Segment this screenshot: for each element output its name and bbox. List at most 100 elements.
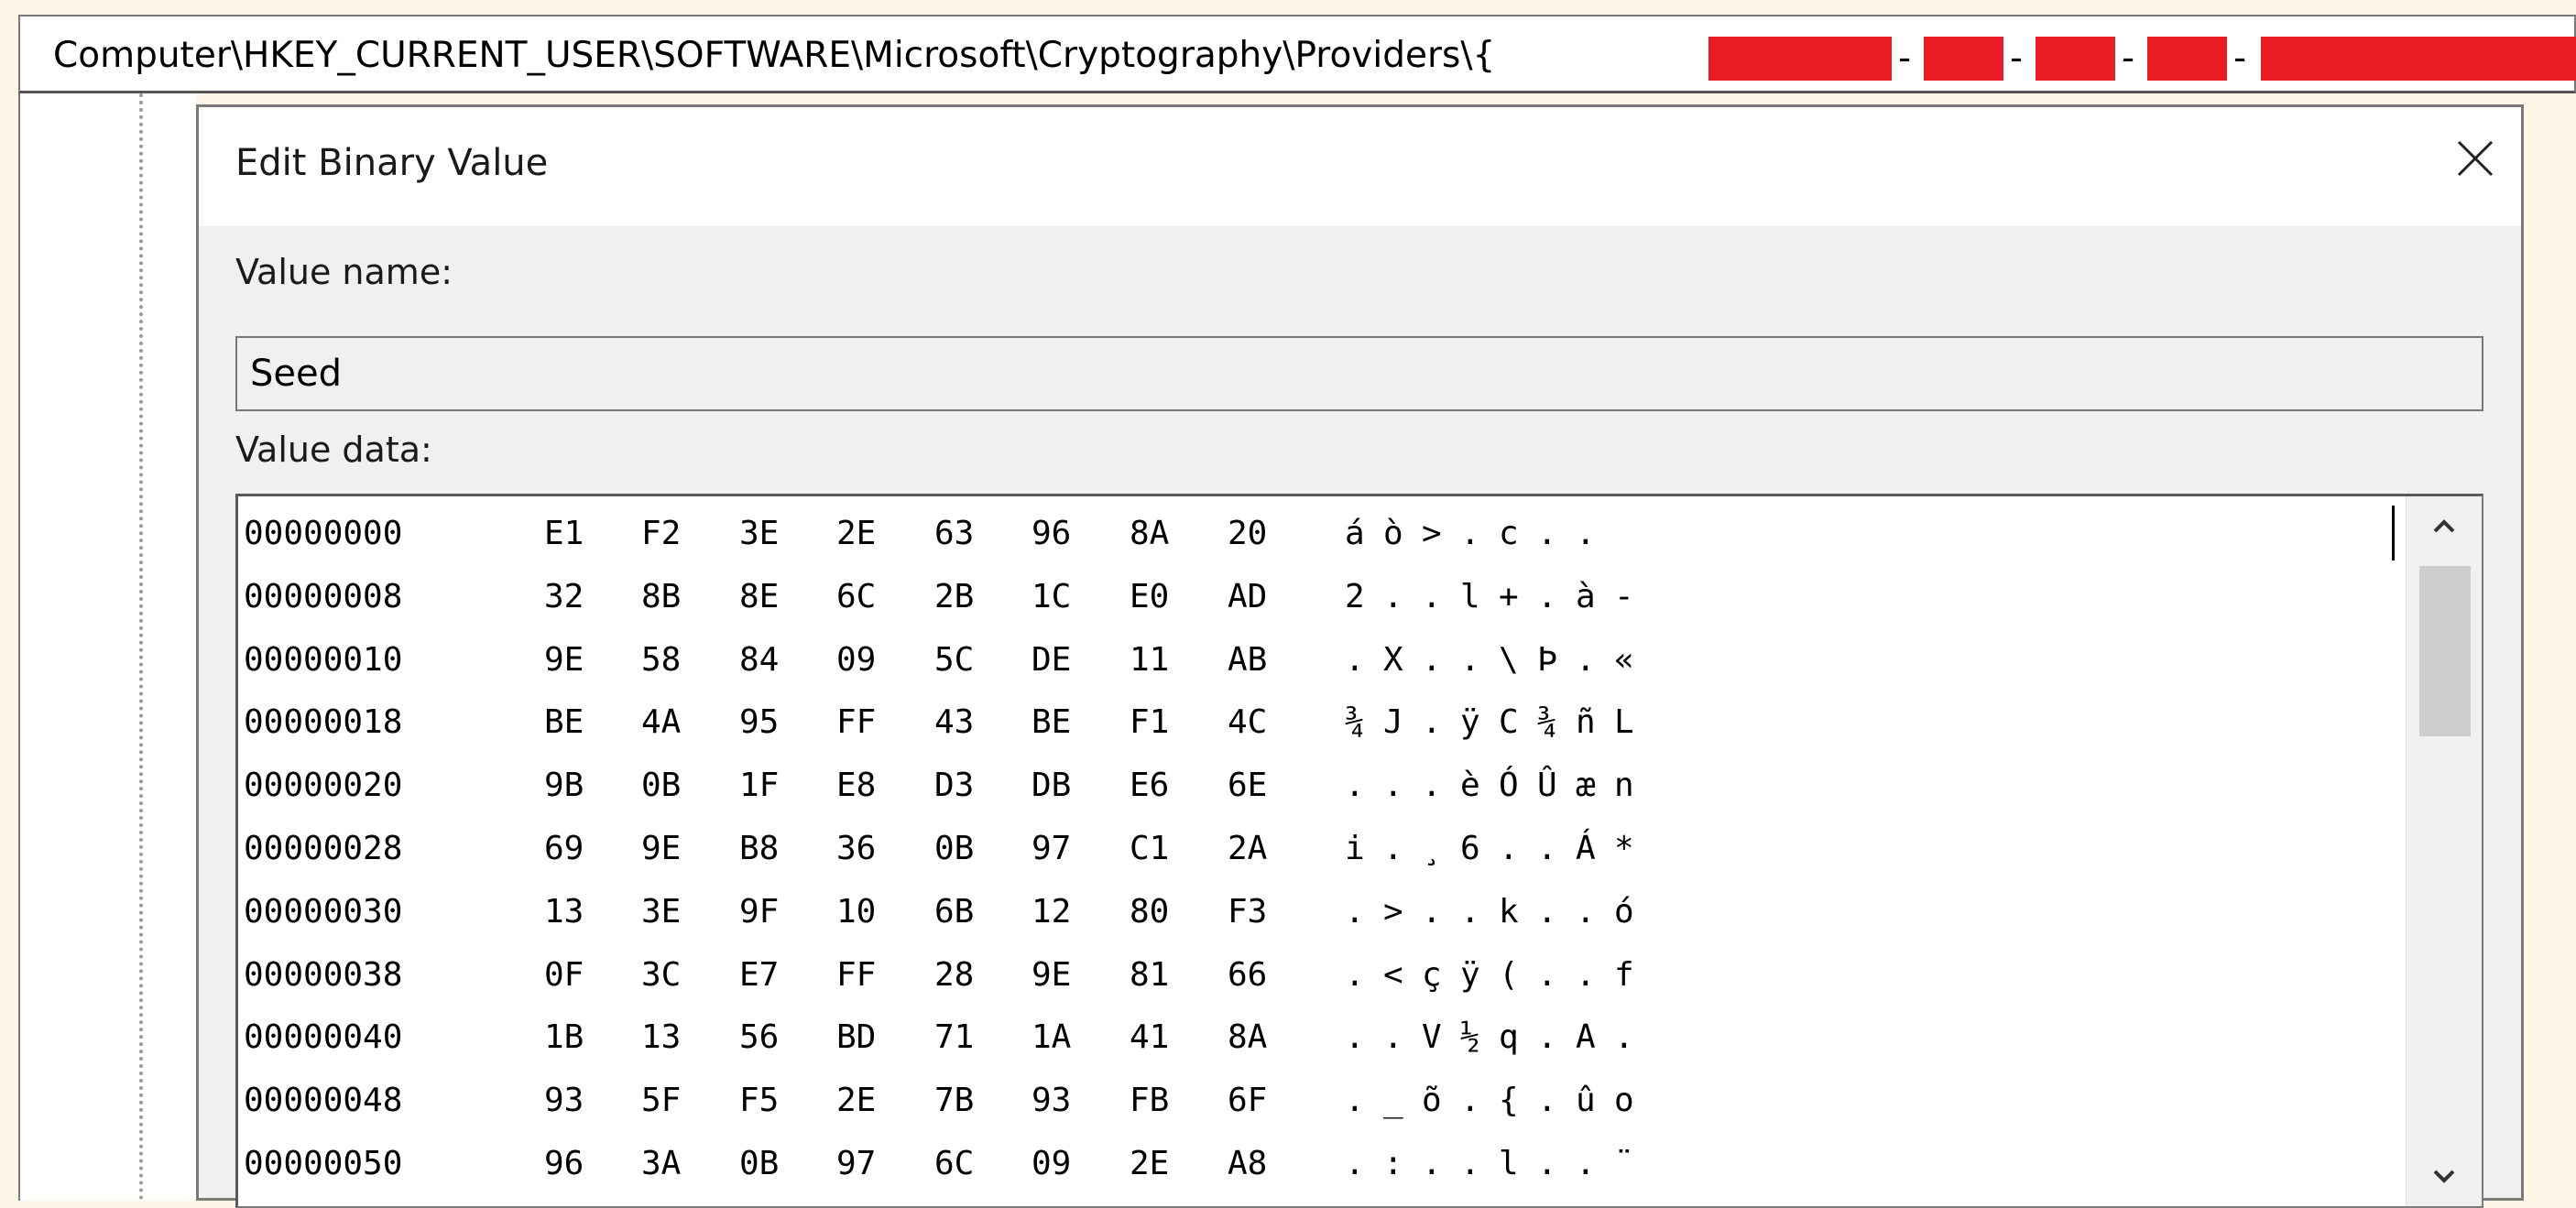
- hex-byte[interactable]: 8A: [1228, 1006, 1267, 1069]
- hex-row[interactable]: 00000018 BE 4A 95 FF 43 BE F1 4C ¾ J. ÿ C ¾ ñ L: [238, 691, 2345, 754]
- ascii-char[interactable]: ÿ: [1460, 691, 1480, 754]
- ascii-char[interactable]: A: [1576, 1006, 1596, 1069]
- ascii-char[interactable]: :: [1383, 1132, 1403, 1195]
- hex-byte[interactable]: 0B: [934, 817, 974, 880]
- hex-byte[interactable]: E1: [544, 502, 584, 565]
- chevron-down-icon[interactable]: [2407, 1146, 2482, 1206]
- hex-byte[interactable]: 20: [1228, 502, 1267, 565]
- hex-row[interactable]: 00000020 9B 0B 1F E8 D3 DB E6 6E... è Ó Ûæ n: [238, 754, 2345, 817]
- ascii-char[interactable]: .: [1460, 502, 1480, 565]
- ascii-char[interactable]: Ó: [1499, 754, 1519, 817]
- ascii-char[interactable]: .: [1345, 1195, 1365, 1206]
- hex-byte[interactable]: F2: [641, 502, 681, 565]
- ascii-char[interactable]: .: [1576, 943, 1596, 1007]
- ascii-char[interactable]: .: [1576, 502, 1596, 565]
- ascii-char[interactable]: k: [1499, 880, 1519, 943]
- ascii-char[interactable]: .: [1537, 1132, 1557, 1195]
- hex-byte[interactable]: 96: [544, 1132, 584, 1195]
- ascii-char[interactable]: è: [1460, 754, 1480, 817]
- hex-byte[interactable]: E6: [1130, 754, 1169, 817]
- ascii-char[interactable]: Á: [1576, 817, 1596, 880]
- hex-row[interactable]: 00000028 69 9E B8 36 0B 97 C1 2A i. ¸ 6.. Á *: [238, 817, 2345, 880]
- ascii-char[interactable]: ¾: [1345, 691, 1365, 754]
- ascii-char[interactable]: .: [1460, 628, 1480, 691]
- address-bar[interactable]: Computer\HKEY_CURRENT_USER\SOFTWARE\Micr…: [18, 15, 2576, 93]
- ascii-char[interactable]: +: [1499, 565, 1519, 628]
- ascii-char[interactable]: l: [1499, 1132, 1519, 1195]
- hex-byte[interactable]: 9F: [739, 880, 779, 943]
- ascii-char[interactable]: ?: [1422, 1195, 1442, 1206]
- hex-byte[interactable]: 12: [1031, 880, 1071, 943]
- ascii-char[interactable]: .: [1460, 1195, 1480, 1206]
- ascii-char[interactable]: k: [1499, 1195, 1519, 1206]
- ascii-char[interactable]: {: [1499, 1069, 1519, 1132]
- ascii-char[interactable]: Þ: [1537, 628, 1557, 691]
- hex-byte[interactable]: 97: [836, 1132, 876, 1195]
- ascii-char[interactable]: ñ: [1576, 691, 1596, 754]
- ascii-char[interactable]: .: [1537, 565, 1557, 628]
- hex-byte[interactable]: 3E: [641, 880, 681, 943]
- ascii-char[interactable]: ½: [1460, 1006, 1480, 1069]
- ascii-char[interactable]: .: [1383, 565, 1403, 628]
- ascii-char[interactable]: .: [1422, 691, 1442, 754]
- hex-byte[interactable]: 69: [544, 817, 584, 880]
- hex-byte[interactable]: FF: [836, 943, 876, 1007]
- ascii-char[interactable]: i: [1345, 817, 1365, 880]
- hex-byte[interactable]: 2E: [836, 1069, 876, 1132]
- hex-byte[interactable]: 9B: [544, 754, 584, 817]
- hex-byte[interactable]: 3C: [641, 943, 681, 1007]
- ascii-char[interactable]: á: [1345, 502, 1365, 565]
- hex-byte[interactable]: 66: [1228, 943, 1267, 1007]
- ascii-char[interactable]: .: [1460, 1069, 1480, 1132]
- ascii-char[interactable]: _: [1383, 1069, 1403, 1132]
- ascii-char[interactable]: f: [1614, 943, 1634, 1007]
- ascii-char[interactable]: .: [1537, 1006, 1557, 1069]
- ascii-char[interactable]: ¸: [1422, 817, 1442, 880]
- hex-byte[interactable]: 11: [1130, 628, 1169, 691]
- ascii-char[interactable]: à: [1576, 565, 1596, 628]
- hex-byte[interactable]: E8: [836, 754, 876, 817]
- hex-byte[interactable]: 56: [739, 1006, 779, 1069]
- ascii-char[interactable]: V: [1422, 1006, 1442, 1069]
- hex-byte[interactable]: 8B: [641, 565, 681, 628]
- hex-byte[interactable]: 6C: [934, 1132, 974, 1195]
- hex-byte[interactable]: 35: [1228, 1195, 1267, 1206]
- ascii-char[interactable]: .: [1576, 880, 1596, 943]
- ascii-char[interactable]: L: [1614, 691, 1634, 754]
- hex-byte[interactable]: B8: [739, 817, 779, 880]
- ascii-char[interactable]: ¨: [1614, 1132, 1634, 1195]
- chevron-up-icon[interactable]: [2407, 496, 2482, 557]
- hex-byte[interactable]: FF: [836, 691, 876, 754]
- ascii-char[interactable]: q: [1499, 1006, 1519, 1069]
- ascii-char[interactable]: .: [1537, 880, 1557, 943]
- ascii-char[interactable]: .: [1576, 628, 1596, 691]
- hex-byte[interactable]: 2B: [934, 565, 974, 628]
- hex-byte[interactable]: 81: [1130, 943, 1169, 1007]
- hex-byte[interactable]: 97: [1031, 817, 1071, 880]
- hex-byte[interactable]: 0B: [641, 754, 681, 817]
- hex-byte[interactable]: 63: [934, 502, 974, 565]
- ascii-char[interactable]: ò: [1383, 502, 1403, 565]
- hex-byte[interactable]: 96: [1031, 502, 1071, 565]
- ascii-char[interactable]: .: [1422, 880, 1442, 943]
- hex-byte[interactable]: 1A: [1031, 1006, 1071, 1069]
- hex-byte[interactable]: 6E: [1228, 754, 1267, 817]
- hex-byte[interactable]: 0F: [544, 943, 584, 1007]
- hex-byte[interactable]: FB: [1130, 1069, 1169, 1132]
- hex-row[interactable]: 00000048 93 5F F5 2E 7B 93 FB 6F. _ õ. {. û o: [238, 1069, 2345, 1132]
- ascii-char[interactable]: «: [1614, 628, 1634, 691]
- hex-byte[interactable]: E7: [739, 943, 779, 1007]
- ascii-char[interactable]: .: [1345, 754, 1365, 817]
- ascii-char[interactable]: .: [1383, 1006, 1403, 1069]
- hex-byte[interactable]: 5F: [641, 1069, 681, 1132]
- ascii-char[interactable]: .: [1537, 1069, 1557, 1132]
- hex-byte[interactable]: 58: [641, 628, 681, 691]
- hex-byte[interactable]: 9E: [544, 628, 584, 691]
- ascii-char[interactable]: ó: [1614, 880, 1634, 943]
- hex-byte[interactable]: 09: [836, 628, 876, 691]
- hex-byte[interactable]: AB: [1228, 628, 1267, 691]
- ascii-char[interactable]: .: [1345, 880, 1365, 943]
- hex-byte[interactable]: 28: [934, 943, 974, 1007]
- ascii-char[interactable]: 5: [1614, 1195, 1634, 1206]
- hex-byte[interactable]: 41: [1130, 1006, 1169, 1069]
